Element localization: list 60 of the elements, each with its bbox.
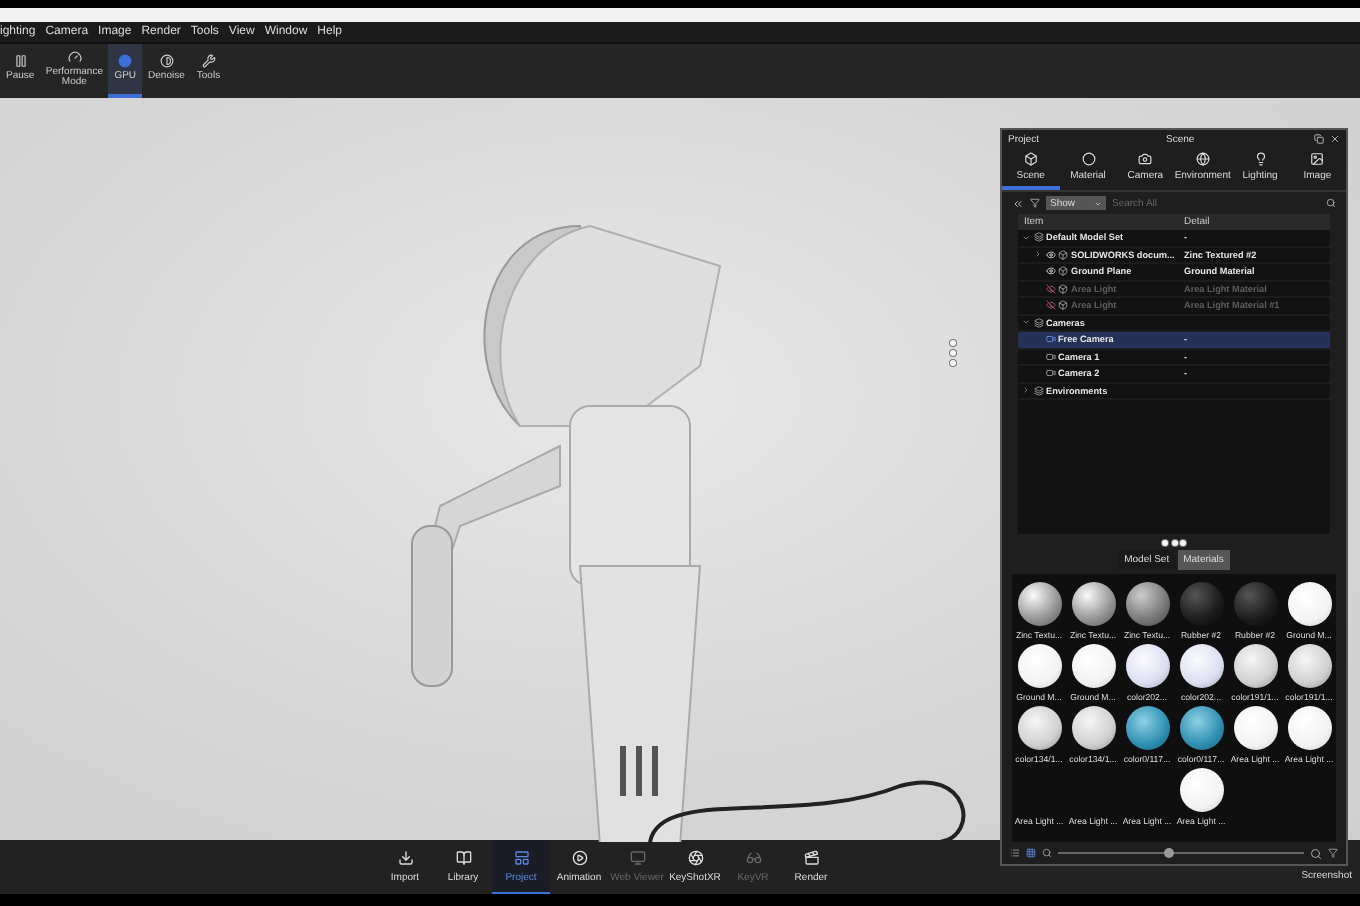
handle-dot[interactable] bbox=[1180, 540, 1186, 546]
model-icon bbox=[1058, 300, 1068, 311]
material-thumbnail[interactable] bbox=[1125, 582, 1169, 626]
material-thumbnail[interactable] bbox=[1287, 644, 1331, 688]
material-thumbnail[interactable] bbox=[1071, 582, 1115, 626]
grid-view-icon[interactable] bbox=[1026, 848, 1036, 858]
material-thumbnail[interactable] bbox=[1179, 582, 1223, 626]
material-thumbnail[interactable] bbox=[1179, 706, 1223, 750]
camera-icon bbox=[1045, 351, 1055, 362]
play-circle-icon bbox=[571, 849, 587, 865]
monitor-icon bbox=[629, 849, 645, 865]
slider-thumb[interactable] bbox=[1163, 848, 1174, 858]
collapse-icon[interactable] bbox=[1012, 197, 1024, 209]
pause-icon bbox=[13, 54, 28, 69]
layout-icon bbox=[513, 849, 529, 865]
camera-icon bbox=[1045, 368, 1055, 379]
list-view-icon[interactable] bbox=[1010, 848, 1020, 858]
handle-dot[interactable] bbox=[950, 350, 956, 356]
material-thumbnail[interactable] bbox=[1287, 582, 1331, 626]
handle-dot[interactable] bbox=[950, 360, 956, 366]
material-thumbnail[interactable] bbox=[1125, 706, 1169, 750]
material-thumbnail[interactable] bbox=[1233, 582, 1277, 626]
material-thumbnail[interactable] bbox=[1233, 706, 1277, 750]
material-thumbnail[interactable] bbox=[1179, 644, 1223, 688]
material-thumbnail[interactable] bbox=[1017, 644, 1061, 688]
search-icon[interactable] bbox=[1326, 198, 1336, 208]
clapperboard-icon bbox=[803, 849, 819, 865]
filter-icon[interactable] bbox=[1328, 848, 1338, 858]
cube-icon bbox=[1023, 152, 1038, 166]
filter-icon[interactable] bbox=[1030, 198, 1040, 208]
wrench-icon bbox=[201, 54, 216, 69]
half-circle-icon bbox=[159, 54, 174, 69]
material-thumbnail[interactable] bbox=[1287, 706, 1331, 750]
handle-dot[interactable] bbox=[950, 340, 956, 346]
image-icon bbox=[1310, 152, 1325, 166]
model-icon bbox=[1058, 283, 1068, 294]
material-thumbnail[interactable] bbox=[1125, 644, 1169, 688]
material-thumbnail[interactable] bbox=[1017, 706, 1061, 750]
sphere-icon bbox=[1081, 152, 1095, 166]
zoom-out-icon[interactable] bbox=[1042, 848, 1052, 858]
camera-icon bbox=[1138, 152, 1153, 166]
handle-dot[interactable] bbox=[1171, 540, 1177, 546]
book-icon bbox=[455, 849, 471, 865]
undock-icon[interactable] bbox=[1314, 134, 1324, 144]
download-icon bbox=[397, 849, 413, 865]
material-thumbnail[interactable] bbox=[1179, 768, 1223, 812]
zoom-in-icon[interactable] bbox=[1310, 847, 1322, 859]
camera-icon bbox=[1045, 334, 1055, 345]
lightbulb-icon bbox=[1253, 152, 1268, 166]
material-thumbnail[interactable] bbox=[1071, 644, 1115, 688]
material-thumbnail[interactable] bbox=[1233, 644, 1277, 688]
material-thumbnail[interactable] bbox=[1071, 706, 1115, 750]
gauge-icon bbox=[67, 49, 82, 64]
aperture-icon bbox=[687, 849, 703, 865]
model-icon bbox=[1058, 266, 1068, 277]
globe-icon bbox=[1195, 152, 1210, 166]
model-icon bbox=[1058, 249, 1068, 260]
handle-dot[interactable] bbox=[1162, 540, 1168, 546]
goggles-icon bbox=[745, 849, 761, 865]
material-thumbnail[interactable] bbox=[1017, 582, 1061, 626]
